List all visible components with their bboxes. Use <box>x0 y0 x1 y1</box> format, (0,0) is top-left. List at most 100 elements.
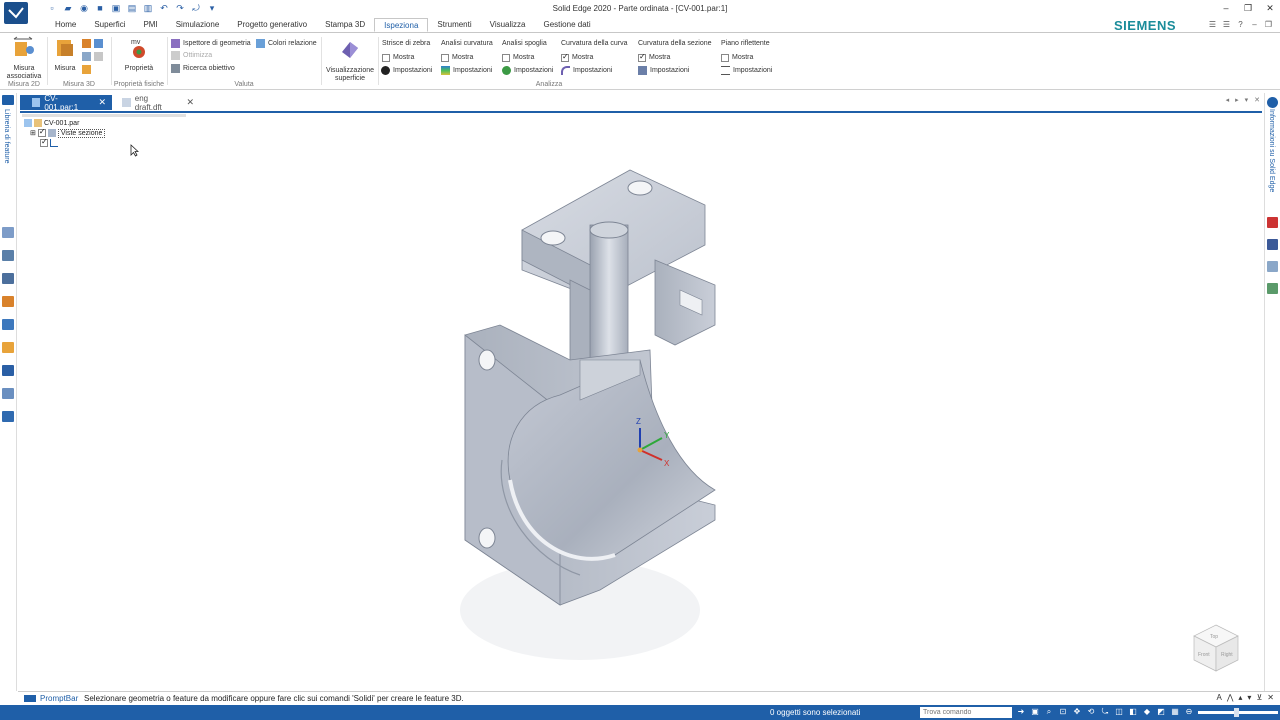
tab-gestione-dati[interactable]: Gestione dati <box>535 18 600 32</box>
pathfinder-icon[interactable] <box>2 95 14 105</box>
teamcenter-icon[interactable] <box>2 388 14 399</box>
feature-library-tab[interactable]: Libreria di feature <box>3 109 10 163</box>
look-at-icon[interactable]: ◫ <box>1114 707 1124 717</box>
selection-manager-icon[interactable] <box>2 296 14 307</box>
zoom-area-icon[interactable]: ⊡ <box>1058 707 1068 717</box>
curve-curvature-checkbox[interactable] <box>561 52 569 62</box>
section-curvature-settings[interactable]: Impostazioni <box>638 65 689 76</box>
measure-angle-icon[interactable] <box>82 52 91 61</box>
key-icon[interactable] <box>2 342 14 353</box>
list-icon[interactable]: ☰ <box>1208 20 1217 29</box>
dock-icon[interactable]: ⊻ <box>1256 693 1262 702</box>
doc-tab-eng-draft[interactable]: eng draft.dft ✕ <box>116 94 200 112</box>
solid-edge-info-tab[interactable]: Informazioni su Solid Edge <box>1268 109 1275 192</box>
tab-home[interactable]: Home <box>46 18 85 32</box>
prompt-bar-toggle[interactable]: PromptBar <box>24 694 78 703</box>
rotate-icon[interactable]: ⟲ <box>1086 707 1096 717</box>
close-window-icon[interactable]: ✕ <box>1264 2 1276 14</box>
tab-ispeziona[interactable]: Ispeziona <box>374 18 429 32</box>
reflective-plane-show[interactable]: Mostra <box>721 52 753 63</box>
zoom-icon[interactable]: ⌕ <box>1044 707 1054 717</box>
draft-analysis-show[interactable]: Mostra <box>502 52 534 63</box>
measure-coordinate-icon[interactable] <box>82 65 91 74</box>
tab-visualizza[interactable]: Visualizza <box>481 18 535 32</box>
minimize-icon[interactable]: – <box>1220 2 1232 14</box>
tab-superfici[interactable]: Superfici <box>85 18 134 32</box>
application-menu-button[interactable] <box>4 2 28 24</box>
close-all-tabs-icon[interactable]: ✕ <box>1254 96 1260 104</box>
relationship-colors-button[interactable]: Colori relazione <box>256 38 317 49</box>
variables-icon[interactable] <box>2 319 14 330</box>
reflective-plane-checkbox[interactable] <box>721 53 729 62</box>
section-curvature-show[interactable]: Mostra <box>638 52 670 63</box>
tab-list-icon[interactable]: ▾ <box>1245 96 1249 104</box>
arrow-right-icon[interactable]: ➜ <box>1016 707 1026 717</box>
font-size-icon[interactable]: A <box>1217 693 1222 702</box>
customize-qat-icon[interactable]: ▾ <box>206 2 218 14</box>
layers-icon[interactable] <box>2 227 14 238</box>
view-style-icon[interactable]: ▦ <box>1170 707 1180 717</box>
pathfinder-scrollbar[interactable] <box>22 114 186 117</box>
physical-properties-button[interactable]: mv Proprietà <box>122 36 156 73</box>
zebra-stripes-settings[interactable]: Impostazioni <box>381 65 432 76</box>
surface-visualization-button[interactable]: Visualizzazione superficie <box>324 38 376 83</box>
search-panel-icon[interactable] <box>2 411 14 422</box>
associative-measure-button[interactable]: Misura associativa <box>4 36 44 81</box>
optimize-button[interactable]: Ottimizza <box>171 50 212 61</box>
family-of-parts-icon[interactable] <box>2 250 14 261</box>
learning-icon[interactable] <box>1267 283 1278 294</box>
help-icon[interactable]: ? <box>1236 20 1245 29</box>
pan-icon[interactable]: ✥ <box>1072 707 1082 717</box>
curvature-analysis-settings[interactable]: Impostazioni <box>441 65 492 76</box>
3d-part-model[interactable]: Z X Y <box>440 160 740 680</box>
draft-analysis-checkbox[interactable] <box>502 53 510 62</box>
repeat-icon[interactable]: ⤾ <box>190 2 202 14</box>
tab-prev-icon[interactable]: ◂ <box>1226 96 1230 104</box>
coordinate-system-checkbox[interactable] <box>40 137 48 147</box>
tab-pmi[interactable]: PMI <box>134 18 166 32</box>
youtube-icon[interactable] <box>1267 217 1278 228</box>
measure-button[interactable]: Misura <box>52 36 78 73</box>
section-views-checkbox[interactable] <box>37 127 46 137</box>
zoom-slider-thumb[interactable] <box>1234 708 1239 717</box>
shading-icon[interactable]: ◆ <box>1142 707 1152 717</box>
zebra-stripes-checkbox[interactable] <box>382 53 390 62</box>
measure-minimum-distance-icon[interactable] <box>94 39 103 48</box>
tab-next-icon[interactable]: ▸ <box>1235 96 1239 104</box>
draft-analysis-settings[interactable]: Impostazioni <box>502 65 553 76</box>
expand-up-icon[interactable]: ▴ <box>1238 693 1242 702</box>
print-icon[interactable]: ▤ <box>126 2 138 14</box>
close-tab-icon[interactable]: ✕ <box>186 97 194 108</box>
geometry-inspector-button[interactable]: Ispettore di geometria <box>171 38 251 49</box>
reports-icon[interactable] <box>2 365 14 376</box>
layout-icon[interactable]: ☰ <box>1222 20 1231 29</box>
close-tab-icon[interactable]: ✕ <box>98 97 106 108</box>
save-all-icon[interactable]: ▣ <box>110 2 122 14</box>
restore-icon[interactable]: ❐ <box>1242 2 1254 14</box>
expand-icon[interactable]: ⊞ <box>30 129 36 137</box>
expand-down-icon[interactable]: ▾ <box>1247 693 1251 702</box>
collapse-icon[interactable]: ⋀ <box>1227 693 1234 702</box>
undo-icon[interactable]: ↶ <box>158 2 170 14</box>
reflective-plane-settings[interactable]: Impostazioni <box>721 65 772 76</box>
tab-simulazione[interactable]: Simulazione <box>167 18 229 32</box>
redo-icon[interactable]: ↷ <box>174 2 186 14</box>
tab-progetto-generativo[interactable]: Progetto generativo <box>228 18 316 32</box>
ribbon-minimize-icon[interactable]: – <box>1250 20 1259 29</box>
tree-item-section-views[interactable]: ⊞ Viste sezione <box>24 127 106 138</box>
zoom-slider[interactable] <box>1198 708 1278 717</box>
close-prompt-icon[interactable]: ✕ <box>1267 693 1274 702</box>
tree-item-coordinate-system[interactable] <box>24 137 105 148</box>
curve-curvature-settings[interactable]: Impostazioni <box>561 65 612 76</box>
help-info-icon[interactable] <box>1267 97 1278 108</box>
paste-icon[interactable]: ▥ <box>142 2 154 14</box>
spin-icon[interactable]: ⤿ <box>1100 707 1110 717</box>
section-curvature-checkbox[interactable] <box>638 52 646 62</box>
view-cube[interactable]: Top Front Right <box>1190 622 1242 674</box>
view-orientation-icon[interactable]: ◧ <box>1128 707 1138 717</box>
save-icon[interactable]: ■ <box>94 2 106 14</box>
zoom-out-icon[interactable]: ⊖ <box>1184 707 1194 717</box>
curve-curvature-show[interactable]: Mostra <box>561 52 593 63</box>
zebra-stripes-show[interactable]: Mostra <box>382 52 414 63</box>
doc-tab-cv-001[interactable]: CV-001.par:1 ✕ <box>20 94 112 112</box>
